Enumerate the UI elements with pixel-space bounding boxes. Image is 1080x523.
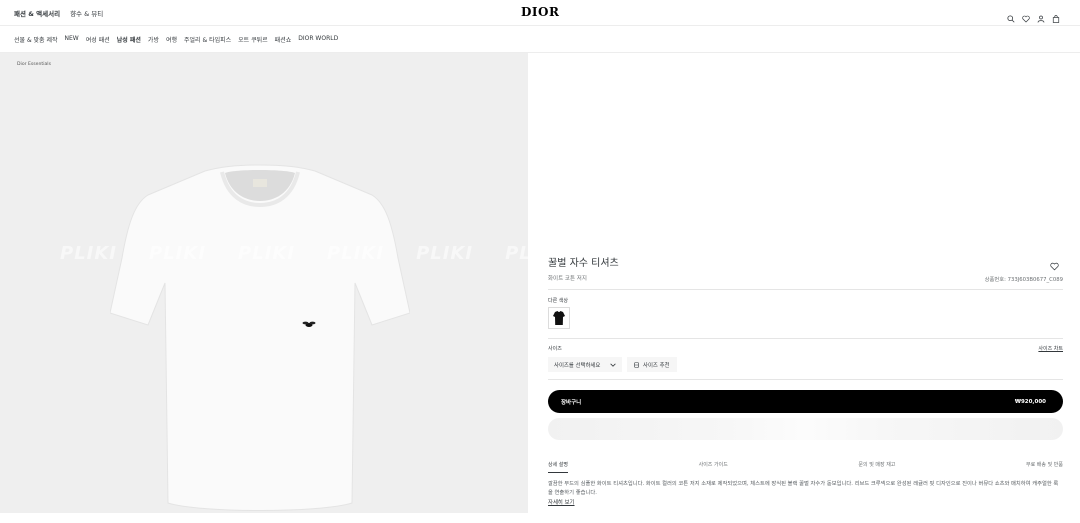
chevron-down-icon <box>610 363 616 367</box>
shopping-bag-icon[interactable] <box>1052 8 1060 23</box>
nav-men[interactable]: 남성 패션 <box>117 35 141 44</box>
add-to-cart-label: 장바구니 <box>561 399 582 406</box>
nav-bags[interactable]: 가방 <box>148 35 159 44</box>
universe-beauty-link[interactable]: 향수 & 뷰티 <box>70 8 103 18</box>
tab-size-guide[interactable]: 사이즈 가이드 <box>699 461 728 473</box>
payment-button-placeholder <box>548 418 1063 440</box>
wishlist-heart-icon[interactable] <box>1022 8 1030 23</box>
color-swatch-black[interactable] <box>548 307 570 329</box>
divider <box>548 289 1063 290</box>
color-label: 다른 색상 <box>548 298 568 304</box>
nav-dior-world[interactable]: DIOR WORLD <box>298 35 338 44</box>
divider <box>548 379 1063 380</box>
watermark: PLIKI PLIKI PLIKI PLIKI PLIKI PLIKI <box>60 243 563 264</box>
nav-new[interactable]: NEW <box>65 35 79 44</box>
product-description: 깔끔한 무드의 심플한 화이트 티셔츠입니다. 화이트 컬러의 코튼 저지 소재… <box>548 481 1059 496</box>
tab-description[interactable]: 상세 설명 <box>548 461 568 473</box>
nav-gifts[interactable]: 선물 & 맞춤 제작 <box>14 35 58 44</box>
product-sku: 상품번호: 733J603B0677_C089 <box>984 277 1063 283</box>
account-icon[interactable] <box>1037 8 1045 23</box>
size-label: 사이즈 <box>548 346 562 352</box>
nav-jewelry[interactable]: 주얼리 & 타임피스 <box>184 35 231 44</box>
size-select-text: 사이즈를 선택하세요 <box>554 362 601 369</box>
size-select[interactable]: 사이즈를 선택하세요 <box>548 357 622 372</box>
tab-shipping-returns[interactable]: 무료 배송 및 반품 <box>1026 461 1063 473</box>
nav-haute-couture[interactable]: 오트 쿠튀르 <box>238 35 268 44</box>
search-icon[interactable] <box>1007 8 1015 23</box>
size-recommend-button[interactable]: 사이즈 추천 <box>627 357 677 372</box>
tab-contact-stock[interactable]: 문의 및 매장 재고 <box>858 461 895 473</box>
nav-travel[interactable]: 여행 <box>166 35 177 44</box>
tshirt-image <box>110 164 410 511</box>
top-bar: 패션 & 액세서리 향수 & 뷰티 DIOR <box>0 0 1080 26</box>
universe-fashion-link[interactable]: 패션 & 액세서리 <box>14 8 60 18</box>
dior-logo[interactable]: DIOR <box>521 5 559 19</box>
nav-fashion-show[interactable]: 패션쇼 <box>275 35 292 44</box>
add-to-wishlist-heart-icon[interactable] <box>1050 256 1059 271</box>
nav-women[interactable]: 여성 패션 <box>86 35 110 44</box>
size-recommend-text: 사이즈 추천 <box>643 362 670 369</box>
read-more-link[interactable]: 자세히 보기 <box>548 498 575 506</box>
universe-switch: 패션 & 액세서리 향수 & 뷰티 <box>14 8 103 18</box>
product-title: 꿀벌 자수 티셔츠 <box>548 258 619 269</box>
product-info-tabs: 상세 설명 사이즈 가이드 문의 및 매장 재고 무료 배송 및 반품 <box>548 461 1063 473</box>
main-nav: 선물 & 맞춤 제작 NEW 여성 패션 남성 패션 가방 여행 주얼리 & 타… <box>14 35 338 44</box>
size-chart-link[interactable]: 사이즈 차트 <box>1038 345 1063 352</box>
tape-measure-icon <box>634 361 639 368</box>
price: ₩920,000 <box>1014 398 1046 405</box>
product-subtitle: 화이트 코튼 저지 <box>548 276 587 282</box>
header-icons <box>1007 8 1060 23</box>
product-image-gallery[interactable]: Dior Essentials PLIKI PLIKI PLIKI PLIKI … <box>0 53 561 513</box>
breadcrumb[interactable]: Dior Essentials <box>17 62 51 67</box>
add-to-cart-button[interactable]: 장바구니 ₩920,000 <box>548 390 1063 413</box>
divider <box>548 338 1063 339</box>
